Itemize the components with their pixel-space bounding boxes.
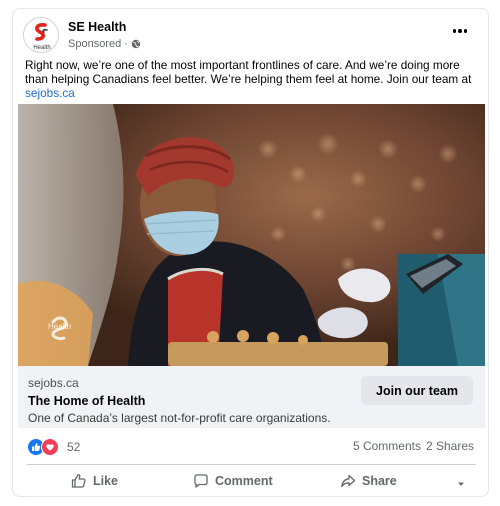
link-domain: sejobs.ca: [28, 376, 79, 390]
like-button[interactable]: Like: [71, 466, 118, 496]
post-header: Health SE Health Sponsored ·: [13, 9, 488, 59]
comments-shares-counts: 5 Comments 2 Shares: [353, 439, 474, 453]
page-name[interactable]: SE Health: [68, 20, 126, 34]
share-options-dropdown[interactable]: [456, 476, 466, 494]
share-label: Share: [362, 474, 397, 488]
sponsored-label-row: Sponsored ·: [68, 38, 141, 50]
link-title: The Home of Health: [28, 394, 146, 408]
video-watermark: Health: [48, 322, 72, 331]
comments-count[interactable]: 5 Comments: [353, 439, 421, 453]
like-label: Like: [93, 474, 119, 488]
share-arrow-icon: [341, 474, 356, 488]
engagement-stats: 52 5 Comments 2 Shares: [13, 428, 488, 464]
video-frame-image: [18, 104, 485, 366]
reactions-summary[interactable]: 52: [27, 438, 80, 456]
more-options-icon: [452, 29, 469, 33]
link-preview[interactable]: sejobs.ca The Home of Health One of Cana…: [18, 366, 485, 428]
sponsored-separator: ·: [124, 38, 128, 50]
post-text: Right now, we’re one of the most importa…: [25, 58, 480, 100]
post-text-link[interactable]: sejobs.ca: [25, 86, 75, 100]
comment-button[interactable]: Comment: [193, 466, 273, 496]
logo-text: Health: [33, 45, 50, 51]
post-actions-bar: Like Comment Share: [13, 466, 488, 496]
more-options-button[interactable]: [448, 19, 472, 43]
actions-divider: [27, 464, 476, 465]
reaction-count: 52: [67, 440, 81, 454]
thumbs-up-outline-icon: [71, 474, 86, 488]
page-avatar[interactable]: Health: [23, 17, 59, 53]
share-button[interactable]: Share: [340, 466, 397, 496]
globe-icon: [131, 39, 141, 49]
comment-label: Comment: [215, 474, 273, 488]
se-health-logo-icon: Health: [33, 23, 51, 51]
sponsored-label[interactable]: Sponsored: [68, 38, 121, 50]
post-body-text: Right now, we’re one of the most importa…: [25, 58, 472, 86]
link-description: One of Canada’s largest not-for-profit c…: [28, 411, 331, 425]
speech-bubble-icon: [194, 474, 208, 488]
sponsored-post-card: Health SE Health Sponsored · Right now, …: [12, 8, 489, 497]
shares-count[interactable]: 2 Shares: [426, 439, 474, 453]
join-our-team-button[interactable]: Join our team: [361, 376, 473, 405]
caret-down-icon: [458, 482, 464, 486]
heart-icon: [41, 438, 59, 456]
post-video-thumbnail[interactable]: Health: [18, 104, 485, 366]
